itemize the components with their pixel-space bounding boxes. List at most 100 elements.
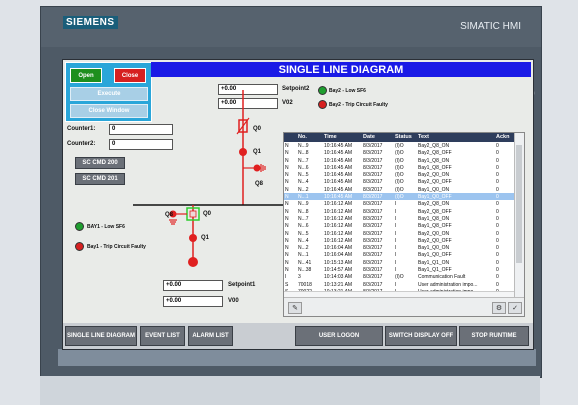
- table-row[interactable]: N N...8 10:16:12 AM 8/3/2017 I Bay2_Q8_OFF 0: [284, 208, 514, 215]
- table-cell: 10:16:12 AM: [324, 223, 353, 230]
- nav-event-list[interactable]: EVENT LIST: [140, 326, 185, 346]
- edit-icon[interactable]: ✎: [288, 302, 302, 314]
- table-cell: 8/3/2017: [363, 194, 383, 201]
- table-cell: 0: [496, 179, 499, 186]
- table-cell: I: [395, 259, 397, 266]
- table-row[interactable]: N N...4 10:16:45 AM 8/3/2017 (I)O Bay2_Q0_OFF…: [284, 178, 514, 185]
- table-row[interactable]: N N...9 10:16:12 AM 8/3/2017 I Bay2_Q8_ON 0: [284, 200, 514, 207]
- table-cell: 8/3/2017: [363, 164, 383, 171]
- table-cell: 0: [496, 281, 499, 288]
- table-cell: User administration impo...: [418, 281, 478, 288]
- table-cell: Bay1_Q8_OFF: [418, 164, 452, 171]
- cell-prefix: N: [285, 201, 289, 208]
- table-row[interactable]: S 70018 10:13:21 AM 8/3/2017 I User administr…: [284, 281, 514, 288]
- nav-single-line-diagram[interactable]: SINGLE LINE DIAGRAM: [65, 326, 137, 346]
- table-cell: I: [395, 252, 397, 259]
- table-cell: I: [395, 237, 397, 244]
- table-cell: Bay1_Q0_ON: [418, 245, 450, 252]
- cell-prefix: N: [285, 194, 289, 201]
- table-row[interactable]: N N...2 10:16:45 AM 8/3/2017 (I)O Bay1_Q0_ON 0: [284, 186, 514, 193]
- page-title: SINGLE LINE DIAGRAM: [151, 62, 531, 77]
- cell-prefix: N: [285, 215, 289, 222]
- table-cell: N...2: [298, 186, 309, 193]
- table-row[interactable]: N N...41 10:15:13 AM 8/3/2017 I Bay1_Q1_ON 0: [284, 259, 514, 266]
- table-row[interactable]: N N...6 10:16:45 AM 8/3/2017 (I)O Bay1_Q8_OFF…: [284, 164, 514, 171]
- setpoint2-label: Setpoint2: [282, 86, 310, 92]
- cell-prefix: N: [285, 208, 289, 215]
- sc-cmd-200-button[interactable]: SC CMD 200: [75, 157, 125, 169]
- table-cell: 8/3/2017: [363, 157, 383, 164]
- acknowledge-icon[interactable]: ✓: [508, 302, 522, 314]
- table-cell: 8/3/2017: [363, 237, 383, 244]
- cell-prefix: N: [285, 143, 289, 149]
- table-cell: 10:16:45 AM: [324, 143, 353, 149]
- table-cell: 10:16:04 AM: [324, 245, 353, 252]
- bezel-bottom-strip: [58, 349, 536, 366]
- table-cell: 0: [496, 194, 499, 201]
- switch-q1-left: [189, 234, 197, 242]
- table-cell: Bay2_Q0_OFF: [418, 237, 452, 244]
- vertical-scrollbar[interactable]: [514, 133, 524, 299]
- table-row[interactable]: N N...1 10:16:45 AM 8/3/2017 (I)O Bay1_Q0_OFF…: [284, 193, 514, 201]
- sc-cmd-201-button[interactable]: SC CMD 201: [75, 173, 125, 185]
- table-row[interactable]: N N...1 10:16:04 AM 8/3/2017 I Bay1_Q0_OFF 0: [284, 251, 514, 258]
- table-cell: 10:16:12 AM: [324, 215, 353, 222]
- table-row[interactable]: N N...8 10:16:45 AM 8/3/2017 (I)O Bay2_Q8_OFF…: [284, 149, 514, 156]
- table-cell: (I)O: [395, 143, 404, 149]
- table-row[interactable]: N N...5 10:16:45 AM 8/3/2017 (I)O Bay2_Q0_ON 0: [284, 171, 514, 178]
- table-row[interactable]: N N...9 10:16:45 AM 8/3/2017 (I)O Bay2_Q8_ON 0: [284, 142, 514, 149]
- open-button[interactable]: Open: [70, 68, 102, 83]
- bay2-sf6-led: [318, 86, 327, 95]
- table-cell: 10:16:12 AM: [324, 230, 353, 237]
- table-cell: N...7: [298, 157, 309, 164]
- table-cell: 0: [496, 164, 499, 171]
- table-row[interactable]: N N...4 10:16:12 AM 8/3/2017 I Bay2_Q0_OFF 0: [284, 237, 514, 244]
- table-cell: Bay1_Q8_ON: [418, 215, 450, 222]
- table-row[interactable]: N N...38 10:14:57 AM 8/3/2017 I Bay1_Q1_OFF 0: [284, 266, 514, 273]
- setpoint1-field[interactable]: +0.00: [163, 280, 223, 291]
- table-cell: 10:16:45 AM: [324, 179, 353, 186]
- table-row[interactable]: I 3 10:14:03 AM 8/3/2017 (I)O Communication F…: [284, 273, 514, 280]
- nav-switch-display-off[interactable]: SWITCH DISPLAY OFF: [385, 326, 457, 346]
- v00-field[interactable]: +0.00: [163, 296, 223, 307]
- table-cell: 8/3/2017: [363, 252, 383, 259]
- header-ackn: Ackn: [496, 134, 510, 140]
- table-cell: 0: [496, 245, 499, 252]
- table-row[interactable]: N N...5 10:16:12 AM 8/3/2017 I Bay2_Q0_ON 0: [284, 230, 514, 237]
- table-cell: (I)O: [395, 172, 404, 179]
- table-row[interactable]: N N...2 10:16:04 AM 8/3/2017 I Bay1_Q0_ON 0: [284, 244, 514, 251]
- table-cell: 0: [496, 267, 499, 274]
- nav-user-logon[interactable]: USER LOGON: [295, 326, 383, 346]
- table-cell: 8/3/2017: [363, 179, 383, 186]
- table-cell: Bay2_Q8_ON: [418, 201, 450, 208]
- table-header: No. Time Date Status Text Ackn: [284, 133, 514, 142]
- table-cell: 8/3/2017: [363, 215, 383, 222]
- cell-prefix: N: [285, 186, 289, 193]
- event-table: No. Time Date Status Text Ackn N N...9 10:…: [283, 132, 525, 317]
- table-cell: N...1: [298, 194, 309, 201]
- table-cell: 0: [496, 215, 499, 222]
- table-cell: I: [395, 215, 397, 222]
- table-cell: 10:16:12 AM: [324, 237, 353, 244]
- table-cell: 10:16:45 AM: [324, 172, 353, 179]
- table-body: N N...9 10:16:45 AM 8/3/2017 (I)O Bay2_Q8_ON 0…: [284, 142, 514, 295]
- table-row[interactable]: N N...6 10:16:12 AM 8/3/2017 I Bay1_Q8_OFF 0: [284, 222, 514, 229]
- table-cell: 10:13:21 AM: [324, 281, 353, 288]
- table-cell: Bay2_Q0_ON: [418, 230, 450, 237]
- table-cell: 8/3/2017: [363, 143, 383, 149]
- v00-label: V00: [228, 298, 239, 304]
- cell-prefix: N: [285, 172, 289, 179]
- cell-prefix: N: [285, 223, 289, 230]
- table-row[interactable]: N N...7 10:16:45 AM 8/3/2017 (I)O Bay1_Q8_ON 0: [284, 157, 514, 164]
- table-cell: Bay1_Q8_ON: [418, 157, 450, 164]
- single-line-diagram: [133, 90, 283, 267]
- settings-icon[interactable]: ⚙: [492, 302, 506, 314]
- table-row[interactable]: N N...7 10:16:12 AM 8/3/2017 I Bay1_Q8_ON 0: [284, 215, 514, 222]
- nav-alarm-list[interactable]: ALARM LIST: [188, 326, 233, 346]
- brand-logo: SIEMENS: [63, 16, 118, 29]
- table-cell: 0: [496, 172, 499, 179]
- scroll-thumb[interactable]: [516, 145, 522, 263]
- nav-stop-runtime[interactable]: STOP RUNTIME: [459, 326, 529, 346]
- bay1-trip-led: [75, 242, 84, 251]
- feeder-end-marker: [188, 257, 198, 267]
